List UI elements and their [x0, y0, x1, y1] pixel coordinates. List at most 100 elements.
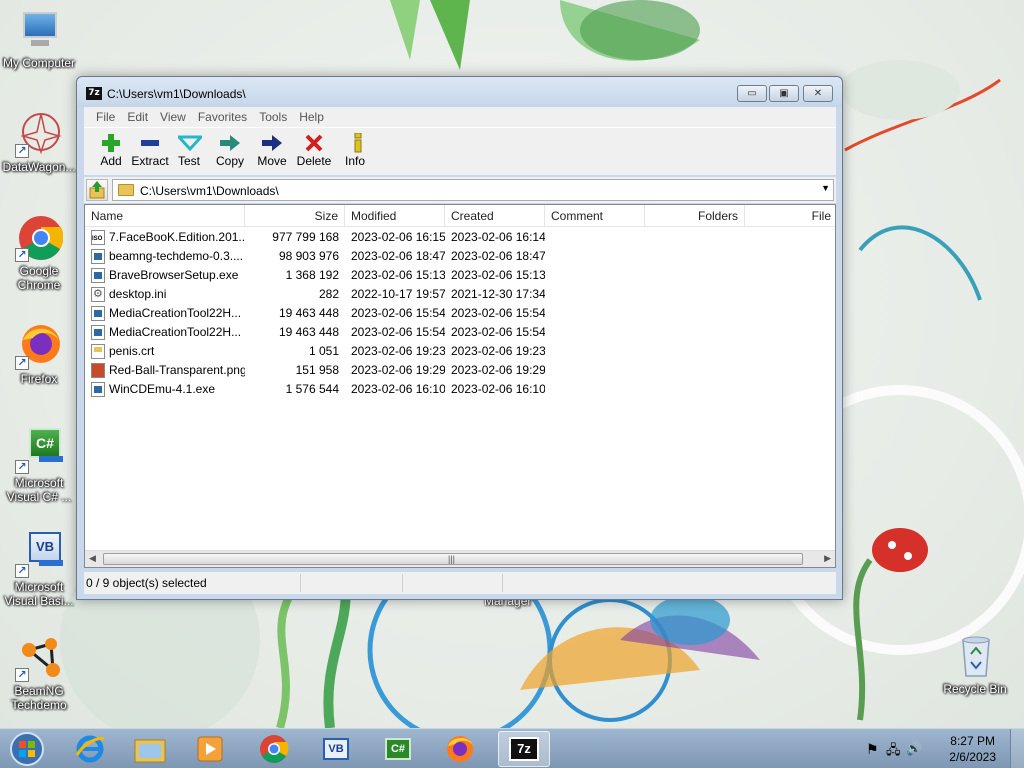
plus-icon — [93, 132, 129, 154]
file-row[interactable]: beamng-techdemo-0.3.... 98 903 976 2023-02… — [85, 247, 835, 266]
chevron-down-icon[interactable]: ▼ — [821, 183, 830, 193]
volume-icon[interactable]: 🔊 — [906, 741, 922, 757]
menu-edit[interactable]: Edit — [121, 110, 154, 124]
copy-button[interactable]: Copy — [212, 132, 248, 168]
menu-help[interactable]: Help — [293, 110, 330, 124]
taskbar-chrome[interactable] — [248, 731, 300, 767]
file-created: 2023-02-06 16:14 — [451, 230, 545, 244]
show-desktop-button[interactable] — [1010, 729, 1024, 768]
title-bar[interactable]: 7z C:\Users\vm1\Downloads\ ▭ ▣ ✕ — [77, 77, 842, 107]
close-button[interactable]: ✕ — [803, 85, 833, 102]
extract-button[interactable]: Extract — [128, 132, 172, 168]
file-row[interactable]: desktop.ini 282 2022-10-17 19:57 2021-12-30… — [85, 285, 835, 304]
file-exe-icon — [91, 382, 105, 397]
info-label: Info — [344, 154, 365, 168]
scroll-right-icon[interactable]: ▶ — [824, 553, 831, 564]
windows-explorer-icon — [134, 739, 166, 763]
file-row[interactable]: Red-Ball-Transparent.png 151 958 2023-02-0… — [85, 361, 835, 380]
menu-favorites[interactable]: Favorites — [192, 110, 253, 124]
move-button[interactable]: Move — [254, 132, 290, 168]
7zip-app-icon: 7z — [86, 87, 102, 100]
column-files[interactable]: File — [745, 205, 835, 227]
delete-button[interactable]: Delete — [294, 132, 334, 168]
recycle-bin-icon — [951, 632, 999, 680]
taskbar-visual-csharp[interactable]: C# — [372, 731, 424, 767]
column-size[interactable]: Size — [245, 205, 345, 227]
file-size: 1 576 544 — [285, 382, 339, 396]
desktop-icon-label: Firefox — [20, 372, 58, 386]
minimize-button[interactable]: ▭ — [737, 85, 767, 102]
check-icon — [172, 132, 208, 154]
column-comment[interactable]: Comment — [545, 205, 645, 227]
file-row[interactable]: BraveBrowserSetup.exe 1 368 192 2023-02-06… — [85, 266, 835, 285]
address-field[interactable]: C:\Users\vm1\Downloads\ ▼ — [112, 179, 834, 201]
taskbar: VB C# 7z ⚑ 🖧 🔊 8:27 PM 2/6/2023 — [0, 728, 1024, 768]
7zip-file-manager-window: 7z C:\Users\vm1\Downloads\ ▭ ▣ ✕ File Ed… — [76, 76, 843, 600]
menu-tools[interactable]: Tools — [253, 110, 293, 124]
column-name[interactable]: Name — [85, 205, 245, 227]
scroll-left-icon[interactable]: ◀ — [89, 553, 96, 564]
test-button[interactable]: Test — [172, 132, 206, 168]
file-name: 7.FaceBooK.Edition.201... — [109, 230, 245, 244]
address-path: C:\Users\vm1\Downloads\ — [140, 184, 279, 198]
maximize-button[interactable]: ▣ — [769, 85, 799, 102]
firefox-icon — [447, 736, 473, 762]
file-exe-icon — [91, 268, 105, 283]
menu-view[interactable]: View — [154, 110, 192, 124]
file-row[interactable]: MediaCreationTool22H... 19 463 448 2023-02… — [85, 323, 835, 342]
horizontal-scrollbar[interactable]: ◀ ||| ▶ — [85, 550, 835, 567]
taskbar-internet-explorer[interactable] — [64, 731, 116, 767]
desktop-icon-firefox[interactable]: ↗ Firefox — [0, 322, 78, 386]
up-folder-button[interactable] — [86, 179, 108, 201]
column-created[interactable]: Created — [445, 205, 545, 227]
taskbar-windows-explorer[interactable] — [124, 731, 176, 767]
action-center-flag-icon[interactable]: ⚑ — [866, 741, 879, 758]
file-created: 2023-02-06 19:29 — [451, 363, 545, 377]
file-modified: 2022-10-17 19:57 — [351, 287, 445, 301]
address-bar: C:\Users\vm1\Downloads\ ▼ — [84, 177, 836, 203]
menu-file[interactable]: File — [90, 110, 121, 124]
desktop-icon-my-computer[interactable]: My Computer — [0, 6, 78, 70]
delete-label: Delete — [296, 154, 332, 168]
file-exe-icon — [91, 325, 105, 340]
add-button[interactable]: Add — [92, 132, 130, 168]
file-row[interactable]: MediaCreationTool22H... 19 463 448 2023-02… — [85, 304, 835, 323]
window-title: C:\Users\vm1\Downloads\ — [107, 87, 246, 101]
file-crt-icon — [91, 344, 105, 359]
up-folder-icon — [89, 181, 105, 199]
desktop-icon-recycle-bin[interactable]: Recycle Bin — [936, 632, 1014, 696]
file-name: MediaCreationTool22H... — [109, 306, 242, 320]
move-label: Move — [257, 154, 287, 168]
chrome-icon: ↗ — [15, 214, 64, 262]
start-button[interactable] — [4, 730, 50, 768]
menu-bar: File Edit View Favorites Tools Help — [84, 107, 836, 127]
desktop-icon-google-chrome[interactable]: ↗ Google Chrome — [0, 214, 78, 292]
scroll-thumb[interactable]: ||| — [103, 553, 803, 565]
taskbar-firefox[interactable] — [434, 731, 486, 767]
taskbar-visual-basic[interactable]: VB — [310, 731, 362, 767]
beamng-icon: ↗ — [15, 634, 63, 682]
network-icon[interactable]: 🖧 — [886, 741, 901, 763]
column-folders[interactable]: Folders — [645, 205, 745, 227]
test-label: Test — [177, 154, 200, 168]
desktop-icon-label: Google Chrome — [17, 264, 61, 292]
file-row[interactable]: penis.crt 1 051 2023-02-06 19:23 2023-02-06… — [85, 342, 835, 361]
file-name: WinCDEmu-4.1.exe — [109, 382, 216, 396]
desktop-icon-beamng[interactable]: ↗ BeamNG Techdemo — [0, 634, 78, 712]
folder-icon — [118, 184, 134, 196]
file-exe-icon — [91, 306, 105, 321]
file-name: penis.crt — [109, 344, 155, 358]
column-modified[interactable]: Modified — [345, 205, 445, 227]
desktop-icon-datawagon[interactable]: ↗ DataWagon... — [0, 110, 78, 174]
computer-icon — [15, 6, 63, 54]
file-row[interactable]: WinCDEmu-4.1.exe 1 576 544 2023-02-06 16:1… — [85, 380, 835, 399]
info-button[interactable]: Info — [340, 132, 370, 168]
file-created: 2023-02-06 15:54 — [451, 306, 545, 320]
file-row[interactable]: 7.FaceBooK.Edition.201... 977 799 168 2023… — [85, 228, 835, 249]
desktop-icon-visual-csharp[interactable]: C# ↗ Microsoft Visual C# ... — [0, 426, 78, 504]
desktop-icon-label: Microsoft Visual Basi... — [4, 580, 74, 608]
clock[interactable]: 8:27 PM 2/6/2023 — [949, 733, 996, 765]
taskbar-media-player[interactable] — [184, 731, 236, 767]
taskbar-7zip[interactable]: 7z — [498, 731, 550, 767]
desktop-icon-visual-basic[interactable]: VB ↗ Microsoft Visual Basi... — [0, 530, 78, 608]
